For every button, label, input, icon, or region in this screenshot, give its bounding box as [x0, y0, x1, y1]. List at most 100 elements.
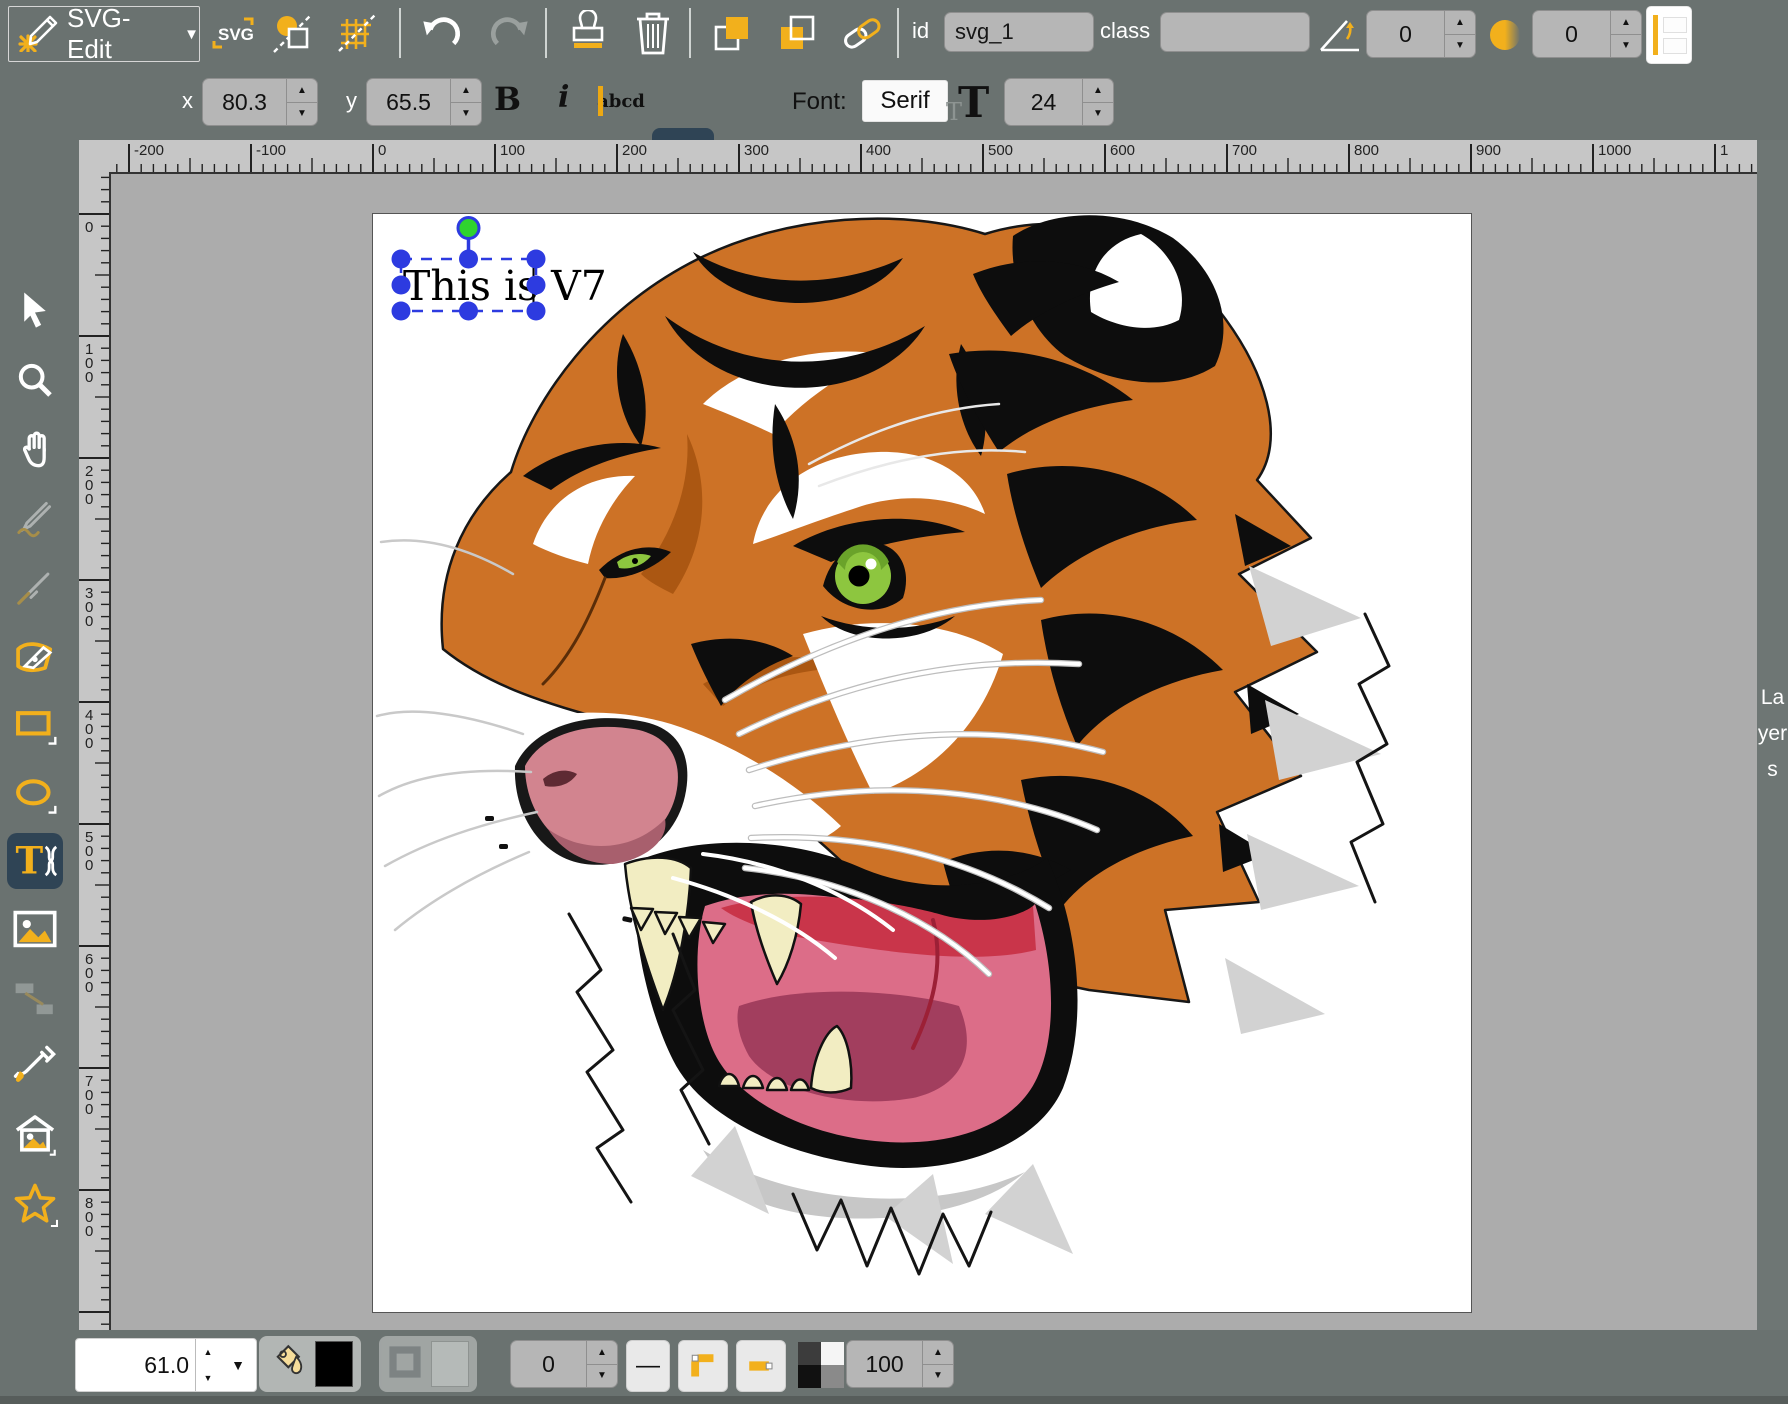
x-down-arrow[interactable]: ▼ [287, 103, 317, 126]
toolbar-separator [545, 8, 547, 58]
svg-canvas[interactable]: This is V7 [373, 214, 1471, 1312]
blur-spinner[interactable]: 0 ▲▼ [1532, 10, 1642, 58]
rect-tool[interactable] [7, 697, 63, 753]
linecap-button[interactable] [736, 1340, 786, 1392]
y-value[interactable]: 65.5 [367, 79, 450, 125]
stroke-color-swatch[interactable] [431, 1341, 469, 1387]
angle-down-arrow[interactable]: ▼ [1445, 35, 1475, 58]
y-label: y [346, 88, 357, 114]
fill-color-swatch[interactable] [315, 1341, 353, 1387]
stroke-width-down-arrow[interactable]: ▼ [587, 1365, 617, 1388]
undo-button[interactable] [415, 6, 469, 60]
svg-text:100: 100 [500, 142, 525, 159]
clone-stamp-button[interactable] [561, 6, 615, 60]
svg-text:1000: 1000 [1598, 142, 1631, 159]
class-label: class [1100, 18, 1150, 44]
font-size-down-arrow[interactable]: ▼ [1083, 103, 1113, 126]
pencil-tool[interactable] [7, 490, 63, 546]
zoom-dropdown-caret[interactable]: ▼ [220, 1339, 256, 1391]
delete-button[interactable] [626, 6, 680, 60]
italic-button[interactable]: i [558, 80, 569, 115]
stroke-width-spinner[interactable]: 0 ▲▼ [510, 1340, 618, 1388]
source-editor-button[interactable]: SVG [206, 6, 260, 60]
font-size-spinner[interactable]: 24 ▲▼ [1004, 78, 1114, 126]
y-spinner[interactable]: 65.5 ▲▼ [366, 78, 482, 126]
left-toolbar: T [0, 140, 79, 1330]
linejoin-button[interactable] [678, 1340, 728, 1392]
opacity-icon [798, 1342, 844, 1388]
zoom-value[interactable]: 61.0 [76, 1339, 195, 1391]
blur-up-arrow[interactable]: ▲ [1611, 11, 1641, 35]
fill-color-control[interactable] [259, 1336, 361, 1392]
svg-text:900: 900 [1476, 142, 1501, 159]
bottom-toolbar: 61.0 ▲▼ ▼ 0 ▲▼ — [0, 1330, 1788, 1404]
opacity-spinner[interactable]: 100 ▲▼ [846, 1340, 954, 1388]
move-to-bottom-button[interactable] [770, 6, 824, 60]
redo-button[interactable] [482, 6, 536, 60]
path-tool[interactable] [7, 628, 63, 684]
angle-up-arrow[interactable]: ▲ [1445, 11, 1475, 35]
eyedropper-tool[interactable] [7, 1038, 63, 1094]
font-size-up-arrow[interactable]: ▲ [1083, 79, 1113, 103]
zoom-up-arrow[interactable]: ▲ [196, 1339, 220, 1365]
y-down-arrow[interactable]: ▼ [451, 103, 481, 126]
editor-preferences-button[interactable] [330, 6, 384, 60]
svg-text:600: 600 [85, 951, 93, 996]
text-anchor-start-button[interactable]: abcd [594, 74, 648, 128]
document-properties-button[interactable] [266, 6, 320, 60]
canvas-text-element[interactable]: This is V7 [403, 262, 607, 310]
right-panel-toggle-button[interactable] [1646, 6, 1692, 64]
link-button[interactable] [835, 6, 889, 60]
opacity-value[interactable]: 100 [847, 1341, 922, 1387]
image-tool[interactable] [7, 901, 63, 957]
id-input[interactable] [944, 12, 1094, 52]
font-size-value[interactable]: 24 [1005, 79, 1082, 125]
stroke-color-control[interactable] [379, 1336, 477, 1392]
tiger-artwork[interactable] [373, 214, 1471, 1312]
toolbar-separator [689, 8, 691, 58]
layers-panel-toggle[interactable]: Layers [1757, 140, 1788, 1330]
shape-library-tool[interactable] [7, 1107, 63, 1163]
zoom-down-arrow[interactable]: ▼ [196, 1365, 220, 1391]
bold-button[interactable]: B [494, 80, 521, 118]
rotation-angle-value[interactable]: 0 [1367, 11, 1444, 57]
y-up-arrow[interactable]: ▲ [451, 79, 481, 103]
opacity-down-arrow[interactable]: ▼ [923, 1365, 953, 1388]
svg-edit-app: SVG-Edit ▼ SVG [0, 0, 1788, 1404]
stroke-dash-button[interactable]: — [626, 1340, 670, 1392]
blur-value[interactable]: 0 [1533, 11, 1610, 57]
x-value[interactable]: 80.3 [203, 79, 286, 125]
blur-icon [1482, 8, 1528, 62]
zoom-control[interactable]: 61.0 ▲▼ ▼ [75, 1338, 257, 1392]
stroke-width-value[interactable]: 0 [511, 1341, 586, 1387]
svg-text:-100: -100 [256, 142, 286, 159]
svg-text:T: T [16, 838, 44, 882]
connector-tool[interactable] [7, 970, 63, 1026]
stroke-width-up-arrow[interactable]: ▲ [587, 1341, 617, 1365]
ellipse-tool[interactable] [7, 766, 63, 822]
fill-bucket-icon [267, 1341, 307, 1388]
svg-text:200: 200 [85, 463, 93, 508]
star-tool[interactable] [7, 1176, 63, 1232]
line-tool[interactable] [7, 559, 63, 615]
layers-panel-label: Layers [1757, 680, 1788, 788]
top-ruler: -200-10001002003004005006007008009001000… [109, 140, 1788, 174]
pan-tool[interactable] [7, 421, 63, 477]
svg-text:300: 300 [85, 585, 93, 630]
x-spinner[interactable]: 80.3 ▲▼ [202, 78, 318, 126]
opacity-up-arrow[interactable]: ▲ [923, 1341, 953, 1365]
rotate-handle[interactable] [458, 218, 479, 239]
x-up-arrow[interactable]: ▲ [287, 79, 317, 103]
text-tool[interactable]: T [7, 833, 63, 889]
svg-text:0: 0 [85, 219, 93, 236]
zoom-tool[interactable] [7, 352, 63, 408]
svg-text:-200: -200 [134, 142, 164, 159]
class-input[interactable] [1160, 12, 1310, 52]
svg-text:700: 700 [85, 1073, 93, 1118]
font-family-button[interactable]: Serif [862, 80, 948, 122]
select-tool[interactable] [7, 283, 63, 339]
move-to-top-button[interactable] [705, 6, 759, 60]
rotation-angle-spinner[interactable]: 0 ▲▼ [1366, 10, 1476, 58]
blur-down-arrow[interactable]: ▼ [1611, 35, 1641, 58]
main-menu-button[interactable]: SVG-Edit ▼ [8, 6, 200, 62]
